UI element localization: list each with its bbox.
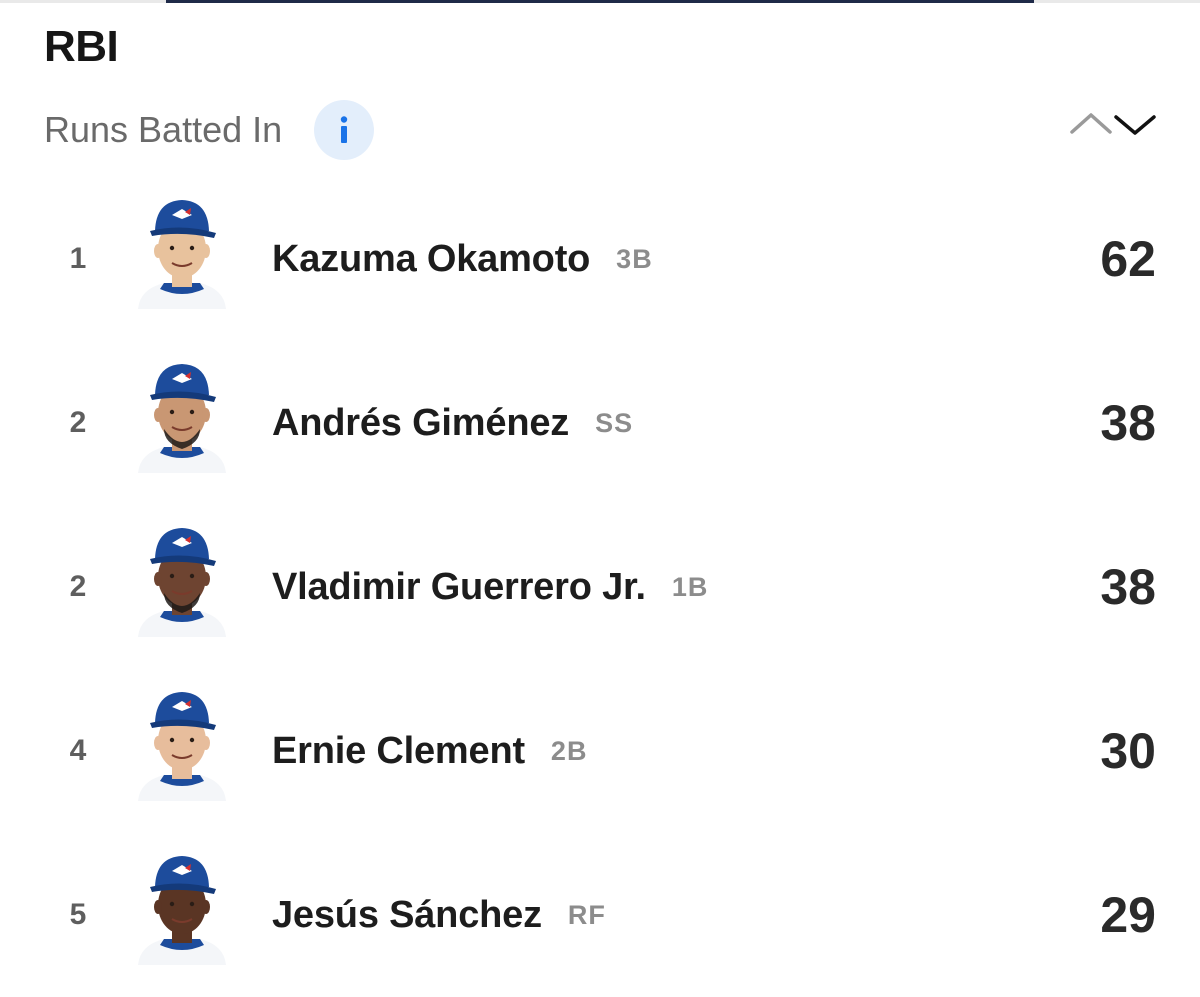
- rbi-value: 30: [1100, 723, 1156, 779]
- player-headshot[interactable]: [130, 687, 234, 801]
- player-position: 2B: [550, 735, 588, 766]
- player-info: Andrés Giménez SS: [272, 341, 633, 505]
- leader-row[interactable]: 1 Kazuma Okamoto 3B 62: [0, 177, 1200, 341]
- player-position: RF: [567, 899, 606, 930]
- player-info: Ernie Clement 2B: [272, 669, 587, 833]
- leader-row[interactable]: 5 Jesús Sánchez RF 29: [0, 833, 1200, 997]
- player-name[interactable]: Jesús Sánchez: [272, 894, 542, 937]
- rbi-value: 38: [1100, 559, 1156, 615]
- player-name[interactable]: Ernie Clement: [272, 730, 525, 773]
- player-headshot[interactable]: [130, 195, 234, 309]
- player-headshot[interactable]: [130, 851, 234, 965]
- player-info: Jesús Sánchez RF: [272, 833, 606, 997]
- player-name[interactable]: Andrés Giménez: [272, 402, 569, 445]
- info-icon: [340, 116, 348, 143]
- rbi-leaders-panel: RBI Runs Batted In 1 Kazuma Okamoto 3B 62 2 A…: [0, 0, 1200, 982]
- leader-rank: 5: [69, 898, 87, 931]
- leader-rank: 4: [69, 734, 87, 767]
- leader-row[interactable]: 2 Andrés Giménez SS 38: [0, 341, 1200, 505]
- stat-subtitle: Runs Batted In: [44, 109, 283, 150]
- leader-row[interactable]: 4 Ernie Clement 2B 30: [0, 669, 1200, 833]
- leader-rank: 2: [69, 570, 87, 603]
- leader-rank: 1: [69, 242, 87, 275]
- info-button[interactable]: [314, 100, 375, 160]
- sort-toggle[interactable]: [1068, 108, 1160, 142]
- rbi-value: 38: [1100, 395, 1156, 451]
- player-info: Vladimir Guerrero Jr. 1B: [272, 505, 708, 669]
- player-position: 1B: [671, 571, 709, 602]
- player-name[interactable]: Kazuma Okamoto: [272, 238, 590, 281]
- chevron-down-icon: [1114, 115, 1156, 135]
- leaders-list: 1 Kazuma Okamoto 3B 62 2 Andrés Giménez SS 38 2 V…: [0, 177, 1200, 997]
- leader-row[interactable]: 2 Vladimir Guerrero Jr. 1B 38: [0, 505, 1200, 669]
- subtitle-row: Runs Batted In: [44, 100, 375, 160]
- player-position: 3B: [616, 243, 653, 274]
- player-name[interactable]: Vladimir Guerrero Jr.: [272, 566, 646, 609]
- player-headshot[interactable]: [130, 359, 234, 473]
- stat-title: RBI: [44, 22, 119, 71]
- rbi-value: 62: [1100, 231, 1156, 287]
- player-position: SS: [595, 407, 634, 438]
- player-info: Kazuma Okamoto 3B: [272, 177, 653, 341]
- rbi-value: 29: [1100, 887, 1156, 943]
- player-headshot[interactable]: [130, 523, 234, 637]
- leader-rank: 2: [69, 406, 87, 439]
- chevron-up-icon: [1070, 113, 1112, 134]
